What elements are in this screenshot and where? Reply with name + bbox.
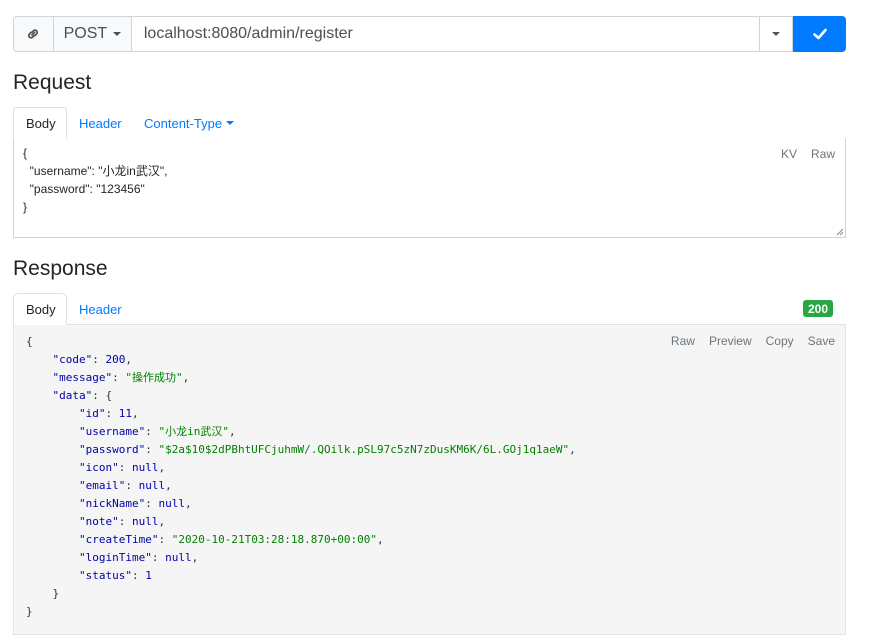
response-body-viewer: Raw Preview Copy Save { "code": 200, "me… — [13, 325, 846, 635]
preview-button[interactable]: Preview — [709, 334, 752, 348]
copy-button[interactable]: Copy — [766, 334, 794, 348]
response-tabs: Body Header — [13, 293, 846, 325]
url-options-dropdown[interactable] — [760, 16, 794, 52]
tab-request-body[interactable]: Body — [13, 107, 67, 139]
method-label: POST — [63, 25, 108, 42]
request-heading: Request — [13, 71, 92, 94]
request-tabs: Body Header Content-Type — [13, 107, 846, 139]
tab-label: Header — [79, 115, 122, 131]
method-dropdown[interactable]: POST — [53, 16, 132, 52]
response-heading: Response — [13, 257, 108, 280]
tab-response-header[interactable]: Header — [67, 293, 134, 325]
json-value-id: 11 — [118, 407, 132, 420]
caret-down-icon — [226, 121, 235, 125]
json-value-message: "操作成功" — [125, 371, 183, 384]
request-url-bar: POST — [13, 16, 846, 52]
request-body-editor[interactable]: { "username": "小龙in武汉", "password": "123… — [13, 138, 846, 238]
send-button[interactable] — [793, 16, 846, 52]
resize-handle-icon[interactable] — [836, 228, 844, 236]
link-icon — [28, 29, 39, 39]
tab-content-type[interactable]: Content-Type — [132, 107, 246, 139]
tab-label: Body — [26, 115, 56, 131]
json-value-code: 200 — [105, 353, 126, 366]
status-badge: 200 — [803, 300, 833, 317]
json-value-status: 1 — [145, 569, 152, 582]
request-body-text: { "username": "小龙in武汉", "password": "123… — [23, 146, 168, 214]
response-view-actions: Raw Preview Copy Save — [671, 334, 835, 348]
json-value-password: "$2a$10$2dPBhtUFCjuhmW/.QOilk.pSL97c5zN7… — [158, 443, 570, 456]
tab-request-header[interactable]: Header — [67, 107, 134, 139]
tab-label: Content-Type — [144, 115, 223, 131]
check-icon — [812, 28, 827, 40]
tab-label: Body — [26, 301, 56, 317]
request-view-actions: KV Raw — [781, 147, 835, 161]
caret-down-icon — [772, 32, 781, 36]
json-value-username: "小龙in武汉" — [158, 425, 229, 438]
save-button[interactable]: Save — [808, 334, 835, 348]
tab-label: Header — [79, 301, 122, 317]
raw-button[interactable]: Raw — [811, 147, 835, 161]
json-value-createtime: "2020-10-21T03:28:18.870+00:00" — [171, 533, 378, 546]
link-button[interactable] — [13, 16, 54, 52]
kv-button[interactable]: KV — [781, 147, 797, 161]
url-input[interactable] — [131, 16, 761, 52]
tab-response-body[interactable]: Body — [13, 293, 67, 325]
raw-button[interactable]: Raw — [671, 334, 695, 348]
caret-down-icon — [113, 32, 122, 36]
response-json: { "code": 200, "message": "操作成功", "data"… — [26, 335, 576, 618]
